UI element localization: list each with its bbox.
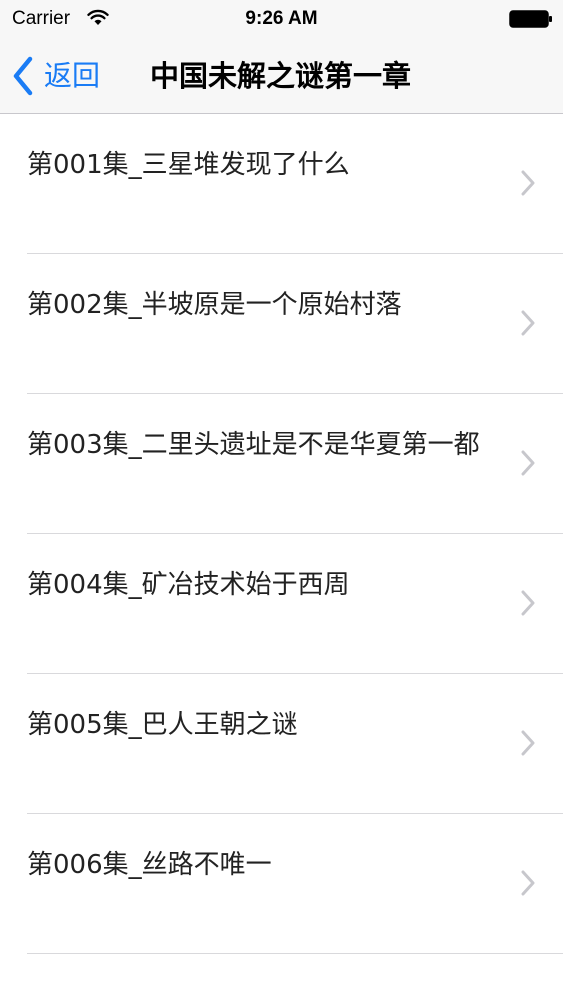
- list-item-label: 第002集_半坡原是一个原始村落: [27, 290, 402, 320]
- status-time: 9:26 AM: [245, 8, 318, 29]
- list-item[interactable]: 第003集_二里头遗址是不是华夏第一都: [0, 394, 563, 534]
- list-item[interactable]: 第002集_半坡原是一个原始村落: [0, 254, 563, 394]
- list-item-label: 第006集_丝路不唯一: [27, 850, 272, 880]
- chevron-left-icon: [13, 56, 33, 96]
- list-item[interactable]: 第006集_丝路不唯一: [0, 814, 563, 954]
- list-item-label: 第003集_二里头遗址是不是华夏第一都: [27, 430, 480, 460]
- list-item-label: 第001集_三星堆发现了什么: [27, 150, 350, 180]
- list-item-label: 第004集_矿冶技术始于西周: [27, 570, 350, 600]
- list-item[interactable]: 第005集_巴人王朝之谜: [0, 674, 563, 814]
- episode-list: 第001集_三星堆发现了什么 第002集_半坡原是一个原始村落 第003集_二里…: [0, 114, 563, 1000]
- status-bar: Carrier 9:26 AM: [0, 0, 563, 38]
- chevron-right-icon: [521, 730, 535, 756]
- chevron-right-icon: [521, 310, 535, 336]
- list-item[interactable]: 第001集_三星堆发现了什么: [0, 114, 563, 254]
- chevron-right-icon: [521, 590, 535, 616]
- chevron-right-icon: [521, 870, 535, 896]
- back-label: 返回: [44, 59, 101, 92]
- page-title: 中国未解之谜第一章: [150, 59, 412, 93]
- chevron-right-icon: [521, 450, 535, 476]
- list-item-label: 第005集_巴人王朝之谜: [27, 710, 298, 740]
- screen: Carrier 9:26 AM 返回 中国未解之谜第一章 第001集_三星堆发现…: [0, 0, 563, 1000]
- chevron-right-icon: [521, 170, 535, 196]
- list-item[interactable]: 第004集_矿冶技术始于西周: [0, 534, 563, 674]
- back-button[interactable]: 返回: [12, 54, 100, 98]
- battery-icon: [509, 10, 552, 28]
- navigation-bar: 返回 中国未解之谜第一章: [0, 38, 563, 114]
